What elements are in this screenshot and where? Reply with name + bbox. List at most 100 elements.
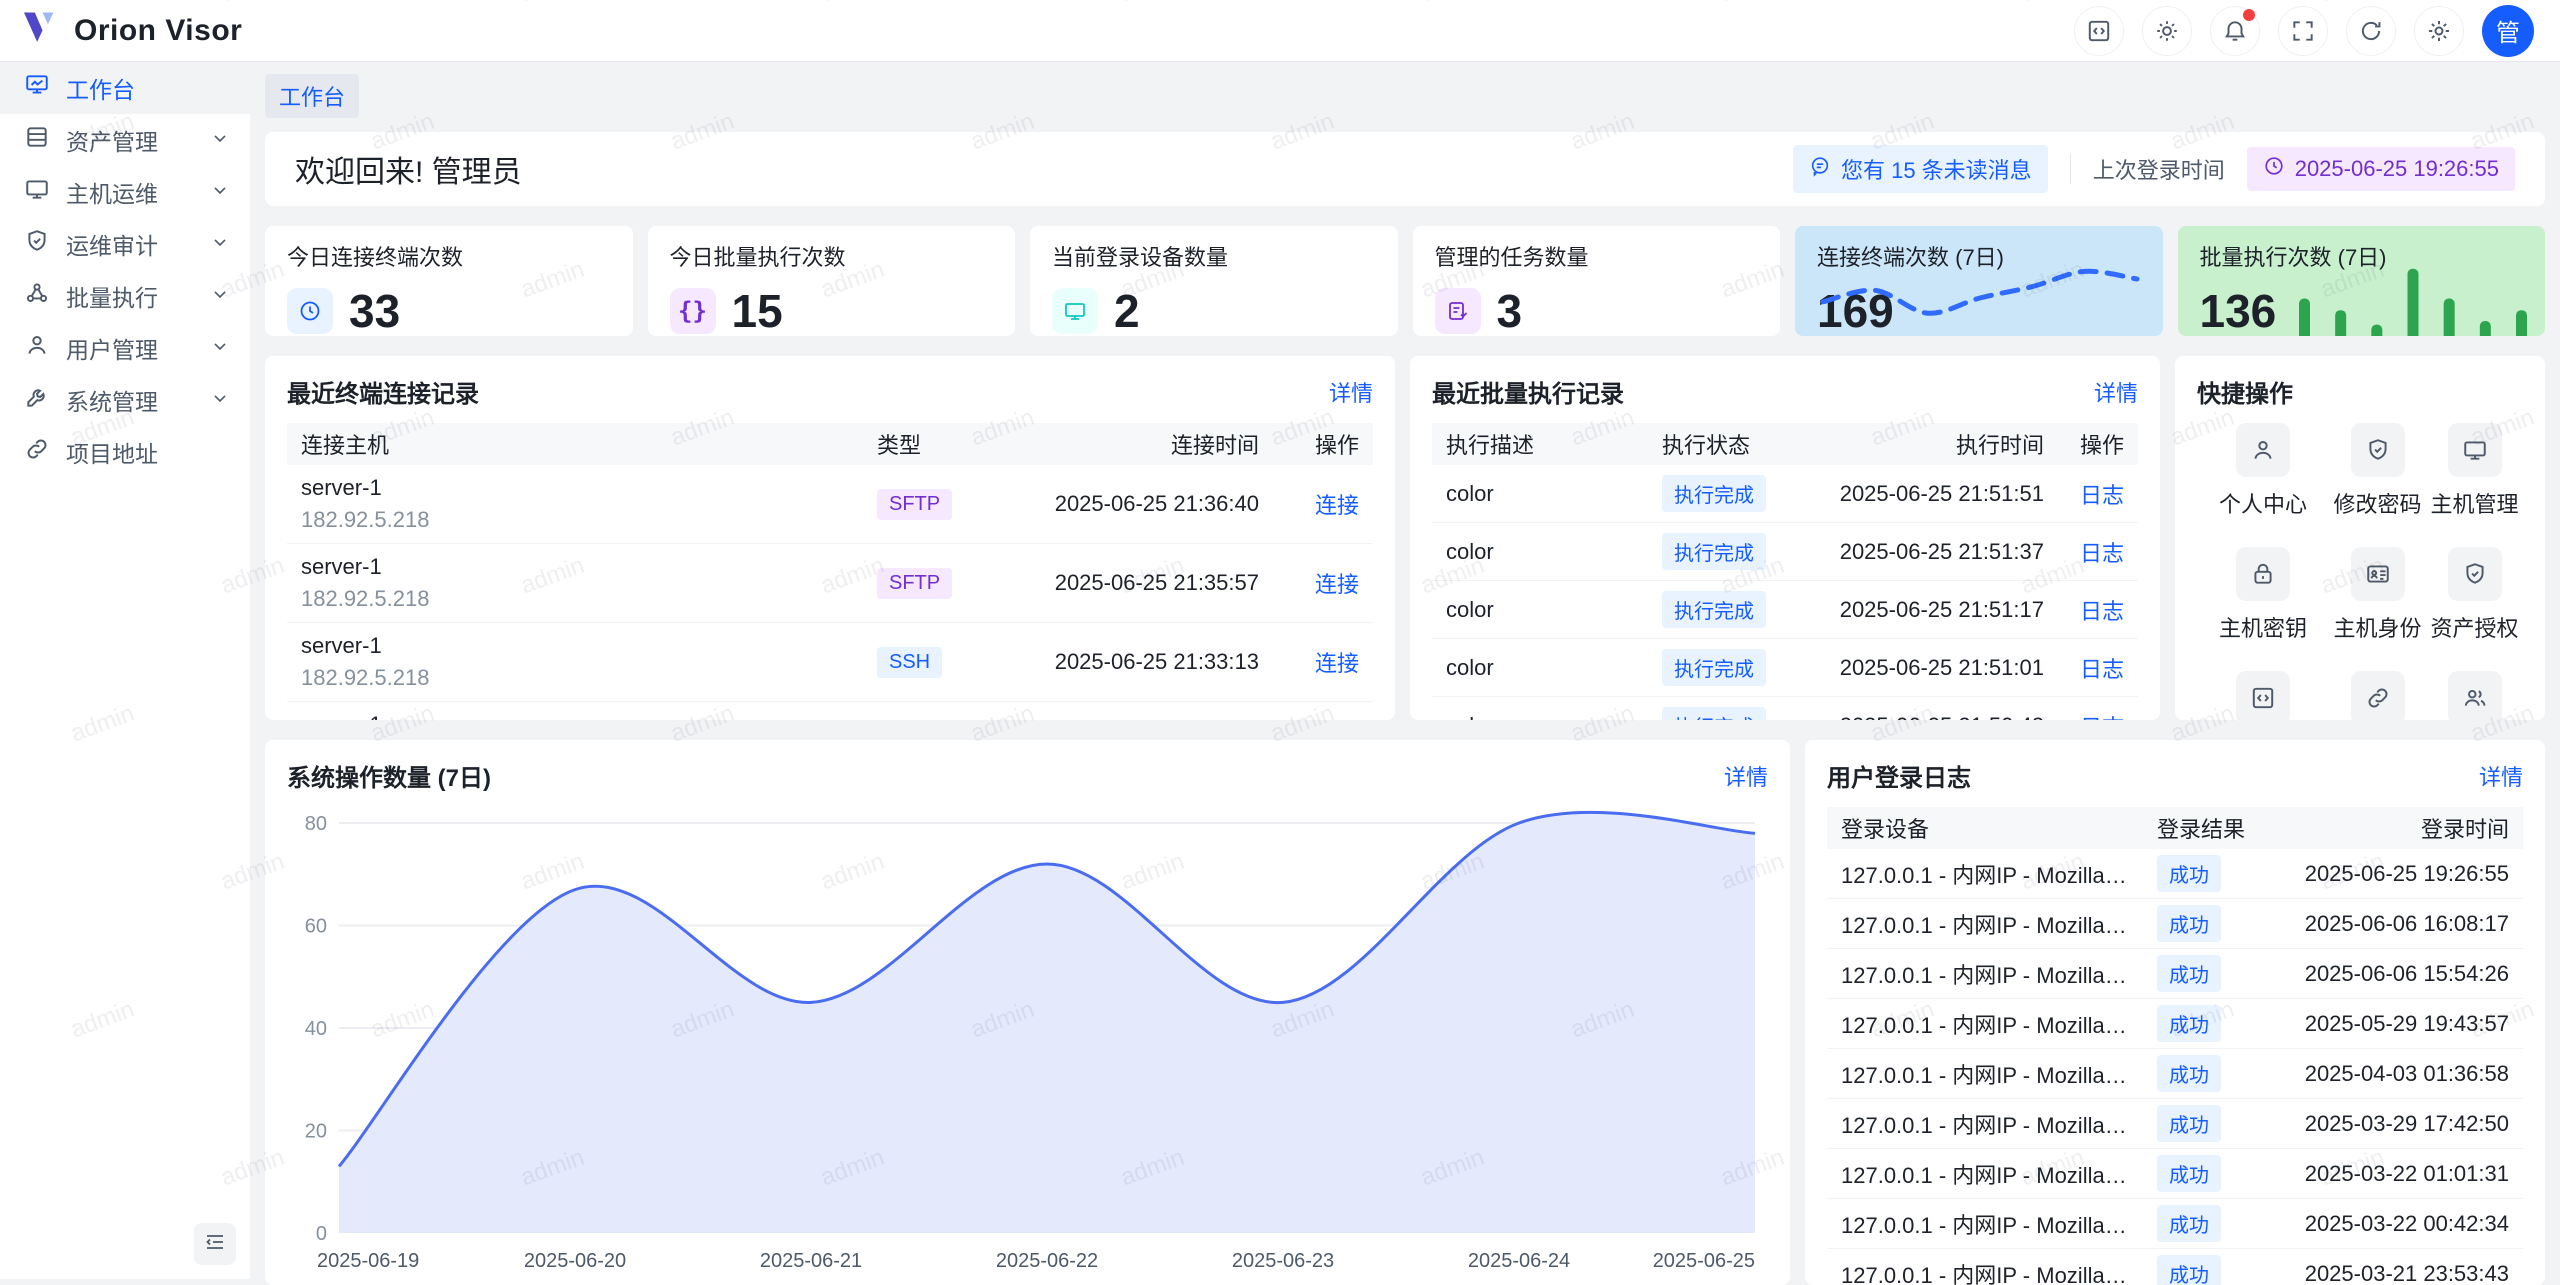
quick-action-host-key[interactable]: 主机密钥 (2197, 547, 2329, 643)
result-badge: 成功 (2157, 1155, 2221, 1192)
sidebar-item-assets[interactable]: 资产管理 (0, 114, 250, 166)
type-badge: SFTP (877, 568, 952, 599)
log-link[interactable]: 日志 (2080, 657, 2124, 682)
sidebar-item-users[interactable]: 用户管理 (0, 322, 250, 374)
result-badge: 成功 (2157, 1205, 2221, 1242)
table-row: 127.0.0.1 - 内网IP - Mozilla/5.0 (Windows … (1827, 1249, 2523, 1285)
host-name: server-1 (301, 712, 849, 720)
col-device: 登录设备 (1827, 807, 2143, 849)
login-time: 2025-04-03 01:36:58 (2273, 1049, 2523, 1099)
col-time: 登录时间 (2273, 807, 2523, 849)
sidebar-collapse-button[interactable] (194, 1223, 236, 1265)
panel-title: 快捷操作 (2197, 374, 2293, 409)
refresh-icon[interactable] (2346, 6, 2396, 56)
main-content: 工作台 欢迎回来! 管理员 您有 15 条未读消息 上次登录时间 (250, 62, 2560, 1285)
table-header-row: 执行描述 执行状态 执行时间 操作 (1432, 423, 2138, 465)
status-badge: 执行完成 (1662, 591, 1766, 628)
users-icon (2448, 671, 2502, 720)
task-icon (1435, 288, 1481, 334)
fullscreen-icon[interactable] (2278, 6, 2328, 56)
stat-label: 今日批量执行次数 (670, 240, 994, 272)
lock-icon (2236, 547, 2290, 601)
last-login-time-chip: 2025-06-25 19:26:55 (2247, 147, 2515, 191)
quick-action-profile[interactable]: 个人中心 (2197, 423, 2329, 519)
login-device: 127.0.0.1 - 内网IP - Mozilla/5.0 (Windows … (1827, 1249, 2143, 1285)
recent-executions-panel: 最近批量执行记录 详情 执行描述 执行状态 执行时间 操作 color 执行完成… (1410, 356, 2160, 720)
welcome-title: 欢迎回来! 管理员 (295, 147, 522, 191)
host-name: server-1 (301, 633, 849, 659)
svg-text:2025-06-19: 2025-06-19 (317, 1250, 419, 1272)
connect-link[interactable]: 连接 (1315, 493, 1359, 518)
col-time: 连接时间 (993, 423, 1273, 465)
type-badge: SSH (877, 647, 942, 678)
chart-detail-link[interactable]: 详情 (1724, 760, 1768, 792)
result-badge: 成功 (2157, 855, 2221, 892)
login-time: 2025-03-22 00:42:34 (2273, 1199, 2523, 1249)
quick-action-asset-grant[interactable]: 资产授权 (2426, 547, 2523, 643)
unread-messages-chip[interactable]: 您有 15 条未读消息 (1793, 145, 2048, 193)
table-row: 127.0.0.1 - 内网IP - Mozilla/5.0 (Windows … (1827, 899, 2523, 949)
settings-gear-icon[interactable] (2414, 6, 2464, 56)
table-row: color 执行完成 2025-06-25 21:50:42 日志 (1432, 697, 2138, 721)
svg-text:2025-06-24: 2025-06-24 (1468, 1250, 1570, 1272)
sidebar-item-batch[interactable]: 批量执行 (0, 270, 250, 322)
panel-title: 系统操作数量 (7日) (287, 758, 491, 793)
table-header-row: 登录设备 登录结果 登录时间 (1827, 807, 2523, 849)
quick-action-host-manage[interactable]: 主机管理 (2426, 423, 2523, 519)
connections-detail-link[interactable]: 详情 (1329, 376, 1373, 408)
panel-title: 用户登录日志 (1827, 758, 1971, 793)
executions-detail-link[interactable]: 详情 (2094, 376, 2138, 408)
divider (2070, 154, 2071, 184)
quick-action-online-session[interactable]: 在线会话 (2426, 671, 2523, 720)
breadcrumb: 工作台 (265, 74, 359, 118)
log-link[interactable]: 日志 (2080, 599, 2124, 624)
log-link[interactable]: 日志 (2080, 541, 2124, 566)
shield-check-icon (2351, 423, 2405, 477)
quick-actions-panel: 快捷操作 个人中心 修改密码 主机管理 主机密钥 (2175, 356, 2545, 720)
sidebar-item-label: 系统管理 (66, 383, 158, 417)
sidebar-item-system[interactable]: 系统管理 (0, 374, 250, 426)
connect-link[interactable]: 连接 (1315, 651, 1359, 676)
log-link[interactable]: 日志 (2080, 715, 2124, 721)
stat-card-terminal-today: 今日连接终端次数 33 (265, 226, 633, 336)
stat-value: 2 (1114, 284, 1140, 336)
breadcrumb-item-workbench[interactable]: 工作台 (265, 74, 359, 118)
svg-text:2025-06-20: 2025-06-20 (524, 1250, 626, 1272)
table-row: 127.0.0.1 - 内网IP - Mozilla/5.0 (Windows … (1827, 1049, 2523, 1099)
svg-text:20: 20 (305, 1121, 327, 1143)
quick-action-label: 个人中心 (2219, 487, 2307, 519)
quick-action-change-password[interactable]: 修改密码 (2329, 423, 2426, 519)
quick-action-host-terminal[interactable]: 主机终端 (2197, 671, 2329, 720)
panel-title: 最近批量执行记录 (1432, 374, 1624, 409)
table-row: color 执行完成 2025-06-25 21:51:01 日志 (1432, 639, 2138, 697)
sidebar-item-workbench[interactable]: 工作台 (0, 62, 250, 114)
table-row: color 执行完成 2025-06-25 21:51:17 日志 (1432, 581, 2138, 639)
bell-icon[interactable] (2210, 6, 2260, 56)
svg-text:80: 80 (305, 813, 327, 835)
sidebar-item-audit[interactable]: 运维审计 (0, 218, 250, 270)
status-badge: 执行完成 (1662, 649, 1766, 686)
message-icon (1809, 155, 1831, 183)
quick-action-label: 主机身份 (2334, 611, 2422, 643)
quick-action-connect-log[interactable]: 连接日志 (2329, 671, 2426, 720)
code-icon[interactable] (2074, 6, 2124, 56)
theme-sun-icon[interactable] (2142, 6, 2192, 56)
svg-text:60: 60 (305, 916, 327, 938)
monitor-icon (1052, 288, 1098, 334)
login-device: 127.0.0.1 - 内网IP - Mozilla/5.0 (Windows … (1827, 949, 2143, 999)
avatar[interactable]: 管 (2482, 5, 2534, 57)
login-time: 2025-06-06 16:08:17 (2273, 899, 2523, 949)
chevron-down-icon (210, 335, 230, 362)
chevron-down-icon (210, 127, 230, 154)
col-type: 类型 (863, 423, 993, 465)
sidebar-item-project[interactable]: 项目地址 (0, 426, 250, 478)
stat-label: 管理的任务数量 (1435, 240, 1759, 272)
connect-link[interactable]: 连接 (1315, 572, 1359, 597)
logins-detail-link[interactable]: 详情 (2479, 760, 2523, 792)
log-link[interactable]: 日志 (2080, 483, 2124, 508)
quick-action-host-identity[interactable]: 主机身份 (2329, 547, 2426, 643)
stat-value: 136 (2200, 284, 2277, 336)
sidebar-item-host-ops[interactable]: 主机运维 (0, 166, 250, 218)
exec-desc: color (1432, 465, 1648, 523)
sidebar-item-label: 工作台 (66, 71, 135, 105)
